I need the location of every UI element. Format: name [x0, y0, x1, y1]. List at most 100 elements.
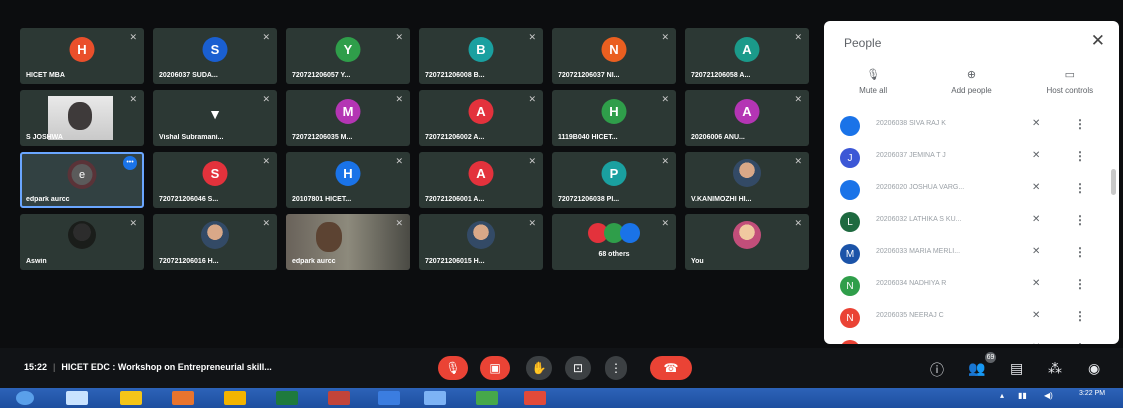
- more-vert-icon[interactable]: ⋮: [1074, 277, 1086, 291]
- mic-off-icon[interactable]: ✕: [1032, 246, 1040, 257]
- participant-photo: [68, 221, 96, 249]
- more-options-button[interactable]: ⋮: [605, 356, 627, 380]
- mute-all-label: Mute all: [859, 86, 888, 95]
- leave-call-button[interactable]: ☎: [650, 356, 692, 380]
- mic-off-icon: ✕: [129, 32, 137, 42]
- raise-hand-button[interactable]: ✋: [526, 356, 552, 380]
- info-icon[interactable]: ⓘ: [930, 360, 944, 380]
- participant-tile[interactable]: edpark aurcc ✕: [286, 214, 410, 270]
- participant-list-item[interactable]: M 20206033 MARIA MERLI... ✕ ⋮: [824, 237, 1119, 269]
- powerpoint-taskbar-icon[interactable]: [328, 391, 350, 405]
- participant-tile[interactable]: V.KANIMOZHI HI... ✕: [685, 152, 809, 208]
- media-taskbar-icon[interactable]: [120, 391, 142, 405]
- participant-list-item[interactable]: N 20206035 NEERAJ C ✕ ⋮: [824, 301, 1119, 333]
- participant-tile[interactable]: 68 others ✕: [552, 214, 676, 270]
- participant-tile[interactable]: ▼ Vishal Subramani... ✕: [153, 90, 277, 146]
- participant-avatar: [840, 180, 860, 200]
- participant-tile[interactable]: H 1119B040 HICET... ✕: [552, 90, 676, 146]
- participant-tile[interactable]: S JOSHWA ✕: [20, 90, 144, 146]
- present-button[interactable]: ⊡: [565, 356, 591, 380]
- more-vert-icon[interactable]: ⋮: [1074, 149, 1086, 163]
- mic-off-icon: ✕: [528, 94, 536, 104]
- participant-list: 20206038 SIVA RAJ K ✕ ⋮ J 20206037 JEMINA T …: [824, 109, 1119, 344]
- more-vert-icon[interactable]: ⋮: [1074, 245, 1086, 259]
- camera-toggle-button[interactable]: ▣: [480, 356, 510, 380]
- participant-name: edpark aurcc: [292, 258, 336, 265]
- participant-tile[interactable]: M 720721206035 M... ✕: [286, 90, 410, 146]
- participant-tile[interactable]: A 20206006 ANU... ✕: [685, 90, 809, 146]
- participant-photo: [733, 221, 761, 249]
- ie-taskbar-icon[interactable]: [378, 391, 400, 405]
- host-controls-icon[interactable]: ◉: [1088, 360, 1100, 377]
- mic-off-icon: ✕: [528, 32, 536, 42]
- participant-tile[interactable]: 720721206016 H... ✕: [153, 214, 277, 270]
- mic-off-icon: ✕: [129, 94, 137, 104]
- participant-tile[interactable]: A 720721206058 A... ✕: [685, 28, 809, 84]
- close-icon[interactable]: ✕: [1091, 31, 1105, 51]
- people-icon[interactable]: 👥: [968, 360, 985, 377]
- more-vert-icon[interactable]: ⋮: [1074, 309, 1086, 323]
- participant-avatar: N: [840, 308, 860, 328]
- participant-list-item[interactable]: 20206038 SIVA RAJ K ✕ ⋮: [824, 109, 1119, 141]
- participant-avatar: N: [840, 276, 860, 296]
- participant-list-item[interactable]: N 20206034 NADHIYA R ✕ ⋮: [824, 269, 1119, 301]
- speaking-indicator-icon: •••: [123, 156, 137, 170]
- explorer-taskbar-icon[interactable]: [66, 391, 88, 405]
- mic-off-icon[interactable]: ✕: [1032, 150, 1040, 161]
- more-vert-icon[interactable]: ⋮: [1074, 341, 1086, 344]
- mic-toggle-button[interactable]: 🎙: [438, 356, 468, 380]
- participant-tile[interactable]: A 720721206001 A... ✕: [419, 152, 543, 208]
- app-taskbar-icon[interactable]: [476, 391, 498, 405]
- participant-tile[interactable]: 720721206015 H... ✕: [419, 214, 543, 270]
- taskbar-clock[interactable]: 3:22 PM: [1079, 389, 1105, 398]
- more-vert-icon[interactable]: ⋮: [1074, 213, 1086, 227]
- mic-off-icon[interactable]: ✕: [1032, 214, 1040, 225]
- tray-arrow-icon[interactable]: ▴: [1000, 391, 1004, 400]
- participant-avatar: S: [202, 161, 228, 186]
- participant-tile[interactable]: You ✕: [685, 214, 809, 270]
- participant-list-item[interactable]: 20206020 JOSHUA VARG... ✕ ⋮: [824, 173, 1119, 205]
- participant-tile[interactable]: A 720721206002 A... ✕: [419, 90, 543, 146]
- chrome-taskbar-icon[interactable]: [224, 391, 246, 405]
- participant-list-item[interactable]: 20206036 ...✕⋮: [824, 333, 1119, 344]
- participant-tile[interactable]: S 720721206046 S... ✕: [153, 152, 277, 208]
- participant-name: Vishal Subramani...: [159, 134, 224, 141]
- network-icon[interactable]: ▮▮: [1018, 391, 1027, 400]
- participant-avatar: M: [335, 99, 361, 124]
- panel-scrollbar[interactable]: [1111, 169, 1116, 195]
- mic-off-icon[interactable]: ✕: [1032, 310, 1040, 321]
- more-vert-icon[interactable]: ⋮: [1074, 181, 1086, 195]
- participant-list-item[interactable]: L 20206032 LATHIKA S KU... ✕ ⋮: [824, 205, 1119, 237]
- activities-icon[interactable]: ⁂: [1048, 360, 1062, 377]
- volume-icon[interactable]: ◀): [1044, 391, 1053, 400]
- mic-off-icon[interactable]: ✕: [1032, 118, 1040, 129]
- mic-off-icon[interactable]: ✕: [1032, 182, 1040, 193]
- meeting-controls-bar: 15:22 | HICET EDC : Workshop on Entreprene…: [0, 348, 1123, 388]
- participant-list-item[interactable]: J 20206037 JEMINA T J ✕ ⋮: [824, 141, 1119, 173]
- mic-off-icon[interactable]: ✕: [1032, 278, 1040, 289]
- participant-tile[interactable]: H 20107801 HICET... ✕: [286, 152, 410, 208]
- participant-name: V.KANIMOZHI HI...: [691, 196, 752, 203]
- mute-all-button[interactable]: 🎙 Mute all: [824, 68, 922, 95]
- participant-tile[interactable]: Aswin ✕: [20, 214, 144, 270]
- excel-taskbar-icon[interactable]: [276, 391, 298, 405]
- participant-tile[interactable]: H HICET MBA ✕: [20, 28, 144, 84]
- start-button[interactable]: [16, 391, 34, 405]
- more-vert-icon[interactable]: ⋮: [1074, 117, 1086, 131]
- mic-off-icon[interactable]: ✕: [1032, 342, 1040, 344]
- participant-tile[interactable]: N 720721206037 NI... ✕: [552, 28, 676, 84]
- participant-tile[interactable]: e ••• edpark aurcc: [20, 152, 144, 208]
- participant-tile[interactable]: P 720721206038 PI... ✕: [552, 152, 676, 208]
- participant-tile[interactable]: Y 720721206057 Y... ✕: [286, 28, 410, 84]
- add-people-button[interactable]: ⊕ Add people: [922, 68, 1020, 95]
- chrome-active-taskbar-icon[interactable]: [524, 391, 546, 405]
- participant-tile[interactable]: S 20206037 SUDA... ✕: [153, 28, 277, 84]
- firefox-taskbar-icon[interactable]: [172, 391, 194, 405]
- present-icon: ⊡: [572, 361, 584, 375]
- chat-icon[interactable]: ▤: [1010, 360, 1023, 377]
- mic-off-icon: ✕: [528, 218, 536, 228]
- host-controls-button[interactable]: ▭ Host controls: [1021, 68, 1119, 95]
- word-taskbar-icon[interactable]: [424, 391, 446, 405]
- participant-avatar: A: [468, 99, 494, 124]
- participant-tile[interactable]: B 720721206008 B... ✕: [419, 28, 543, 84]
